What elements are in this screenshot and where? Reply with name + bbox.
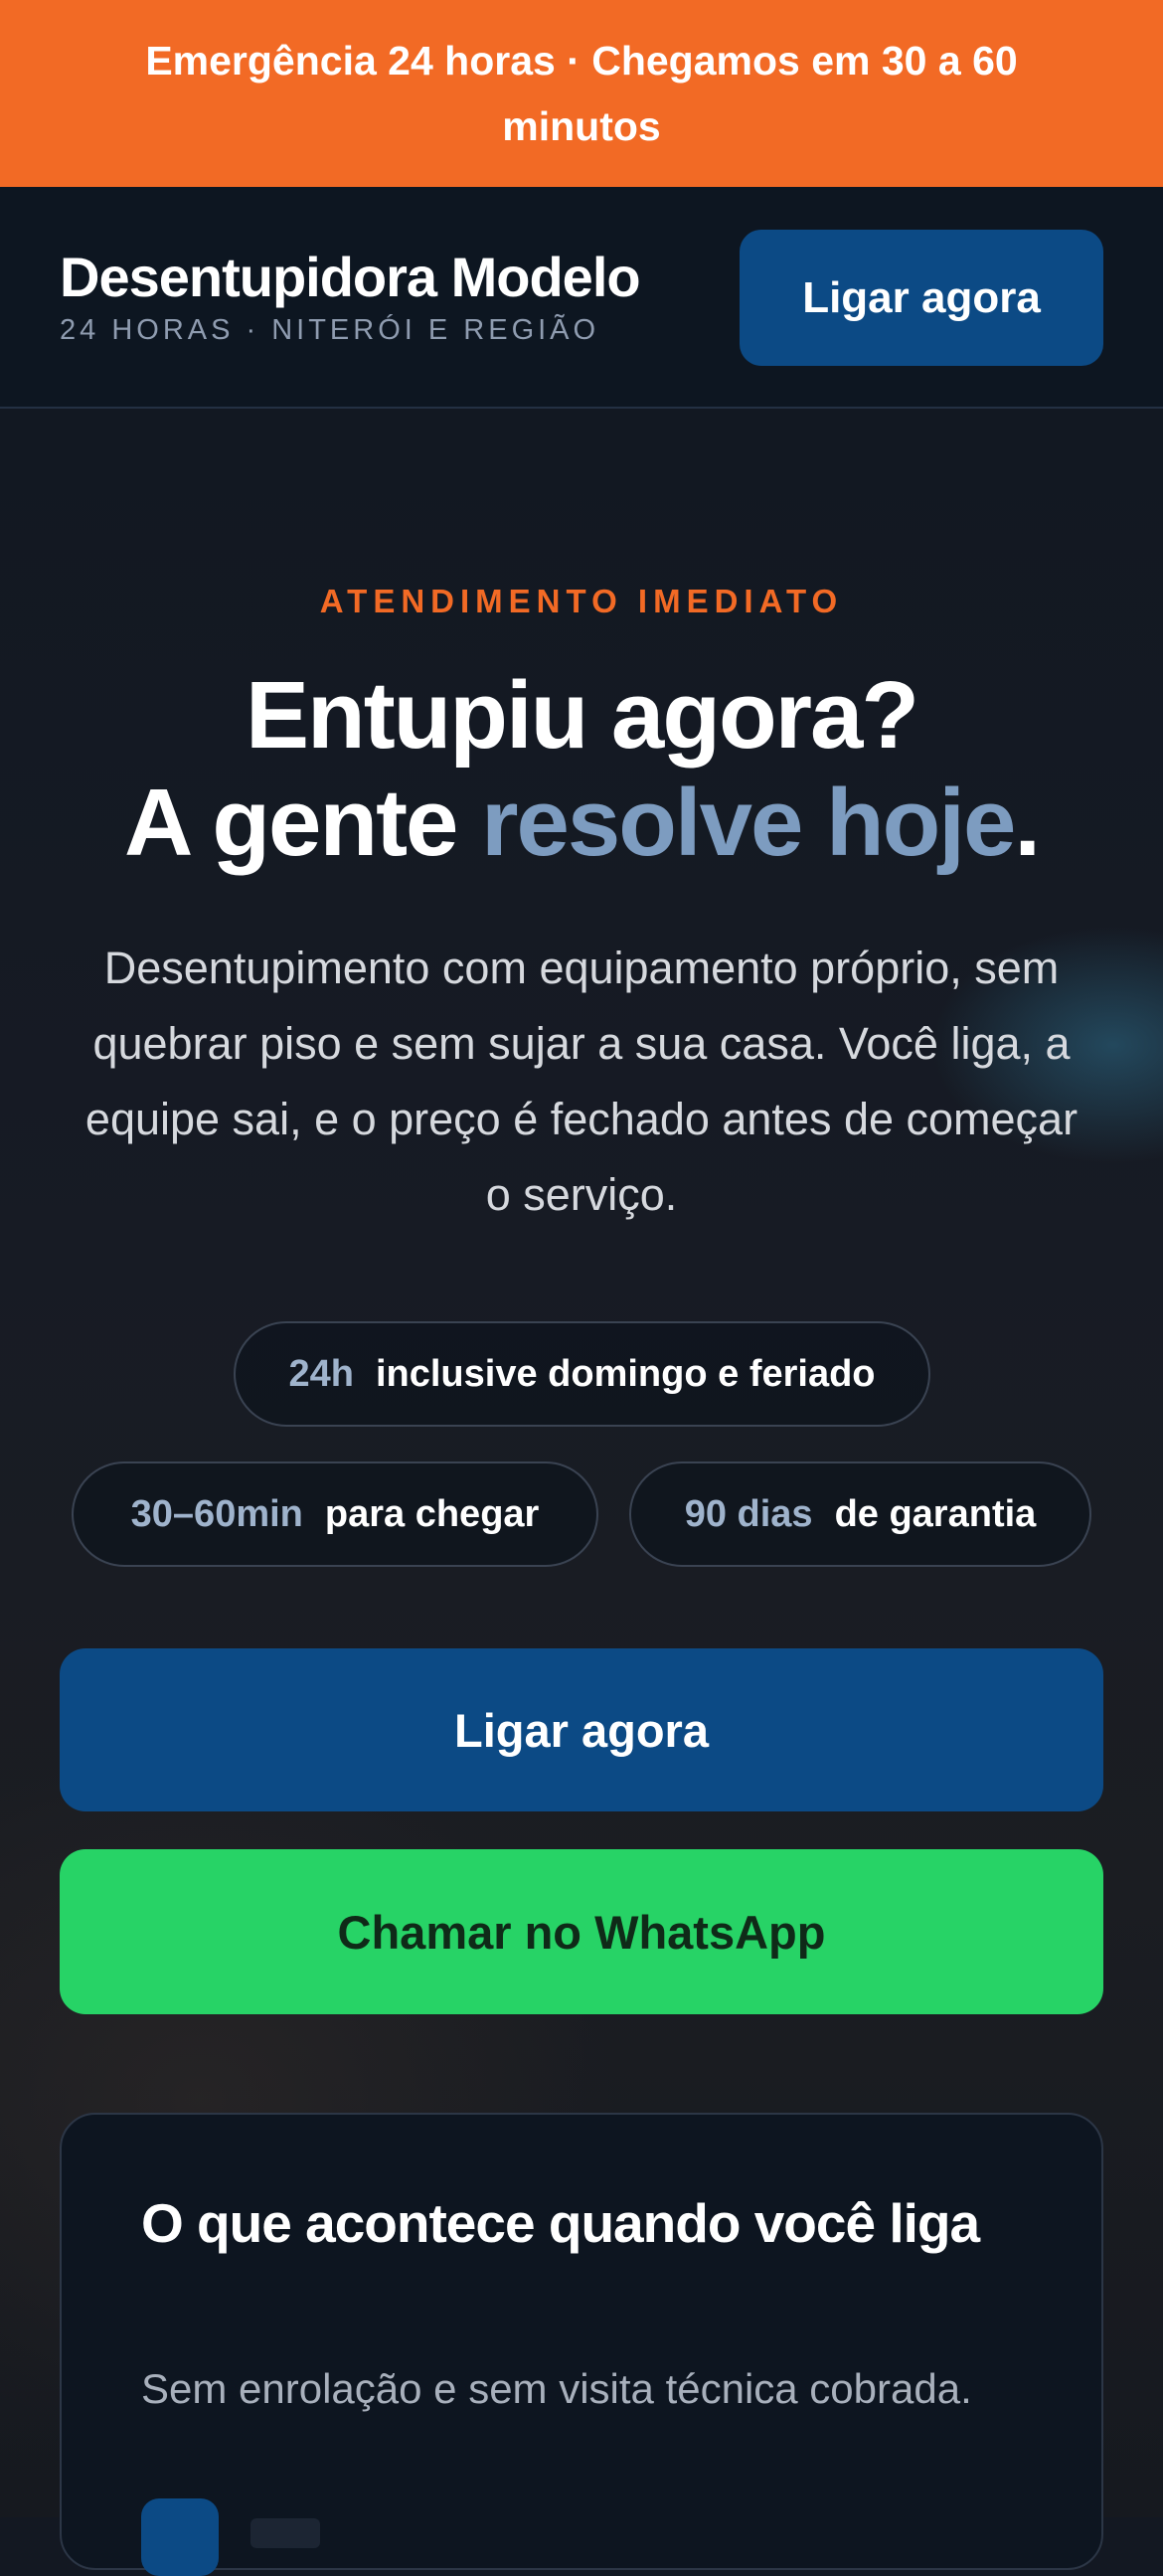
emergency-banner: Emergência 24 horas · Chegamos em 30 a 6… bbox=[0, 0, 1163, 187]
pill-value: inclusive domingo e feriado bbox=[375, 1352, 876, 1395]
pill-24h: 24h inclusive domingo e feriado bbox=[234, 1321, 930, 1427]
site-header: Desentupidora Modelo 24 HORAS · NITERÓI … bbox=[0, 187, 1163, 409]
headline-suffix: . bbox=[1014, 770, 1041, 876]
pill-arrival-time: 30–60min para chegar bbox=[72, 1461, 598, 1567]
process-card-subtitle: Sem enrolação e sem visita técnica cobra… bbox=[141, 2365, 972, 2412]
step-number-badge bbox=[141, 2498, 219, 2576]
step-text-placeholder bbox=[250, 2518, 320, 2548]
header-call-button[interactable]: Ligar agora bbox=[740, 230, 1103, 366]
headline-prefix: A gente bbox=[123, 770, 482, 876]
pill-warranty: 90 dias de garantia bbox=[629, 1461, 1091, 1567]
headline-line-2: A gente resolve hoje. bbox=[0, 770, 1163, 877]
whatsapp-button[interactable]: Chamar no WhatsApp bbox=[60, 1849, 1103, 2014]
hero-lead-text: Desentupimento com equipamento próprio, … bbox=[84, 943, 1079, 1220]
emergency-banner-text: Emergência 24 horas · Chegamos em 30 a 6… bbox=[145, 38, 1018, 149]
hero-eyebrow: ATENDIMENTO IMEDIATO bbox=[319, 583, 844, 619]
hero-headline: Entupiu agora? A gente resolve hoje. bbox=[0, 662, 1163, 877]
headline-line-1: Entupiu agora? bbox=[246, 662, 919, 769]
pill-key: 30–60min bbox=[130, 1492, 303, 1535]
process-card-title: O que acontece quando você liga bbox=[141, 2192, 980, 2254]
headline-highlight: resolve hoje bbox=[481, 770, 1016, 876]
pill-value: de garantia bbox=[834, 1492, 1037, 1535]
brand-name[interactable]: Desentupidora Modelo bbox=[60, 245, 641, 309]
process-card: O que acontece quando você liga Sem enro… bbox=[60, 2113, 1103, 2576]
pill-value: para chegar bbox=[324, 1492, 540, 1535]
hero-section: ATENDIMENTO IMEDIATO Entupiu agora? A ge… bbox=[0, 409, 1163, 2576]
brand-tagline: 24 HORAS · NITERÓI E REGIÃO bbox=[60, 314, 600, 346]
pill-key: 24h bbox=[288, 1352, 354, 1395]
call-now-button[interactable]: Ligar agora bbox=[60, 1648, 1103, 1811]
pill-key: 90 dias bbox=[684, 1492, 813, 1535]
